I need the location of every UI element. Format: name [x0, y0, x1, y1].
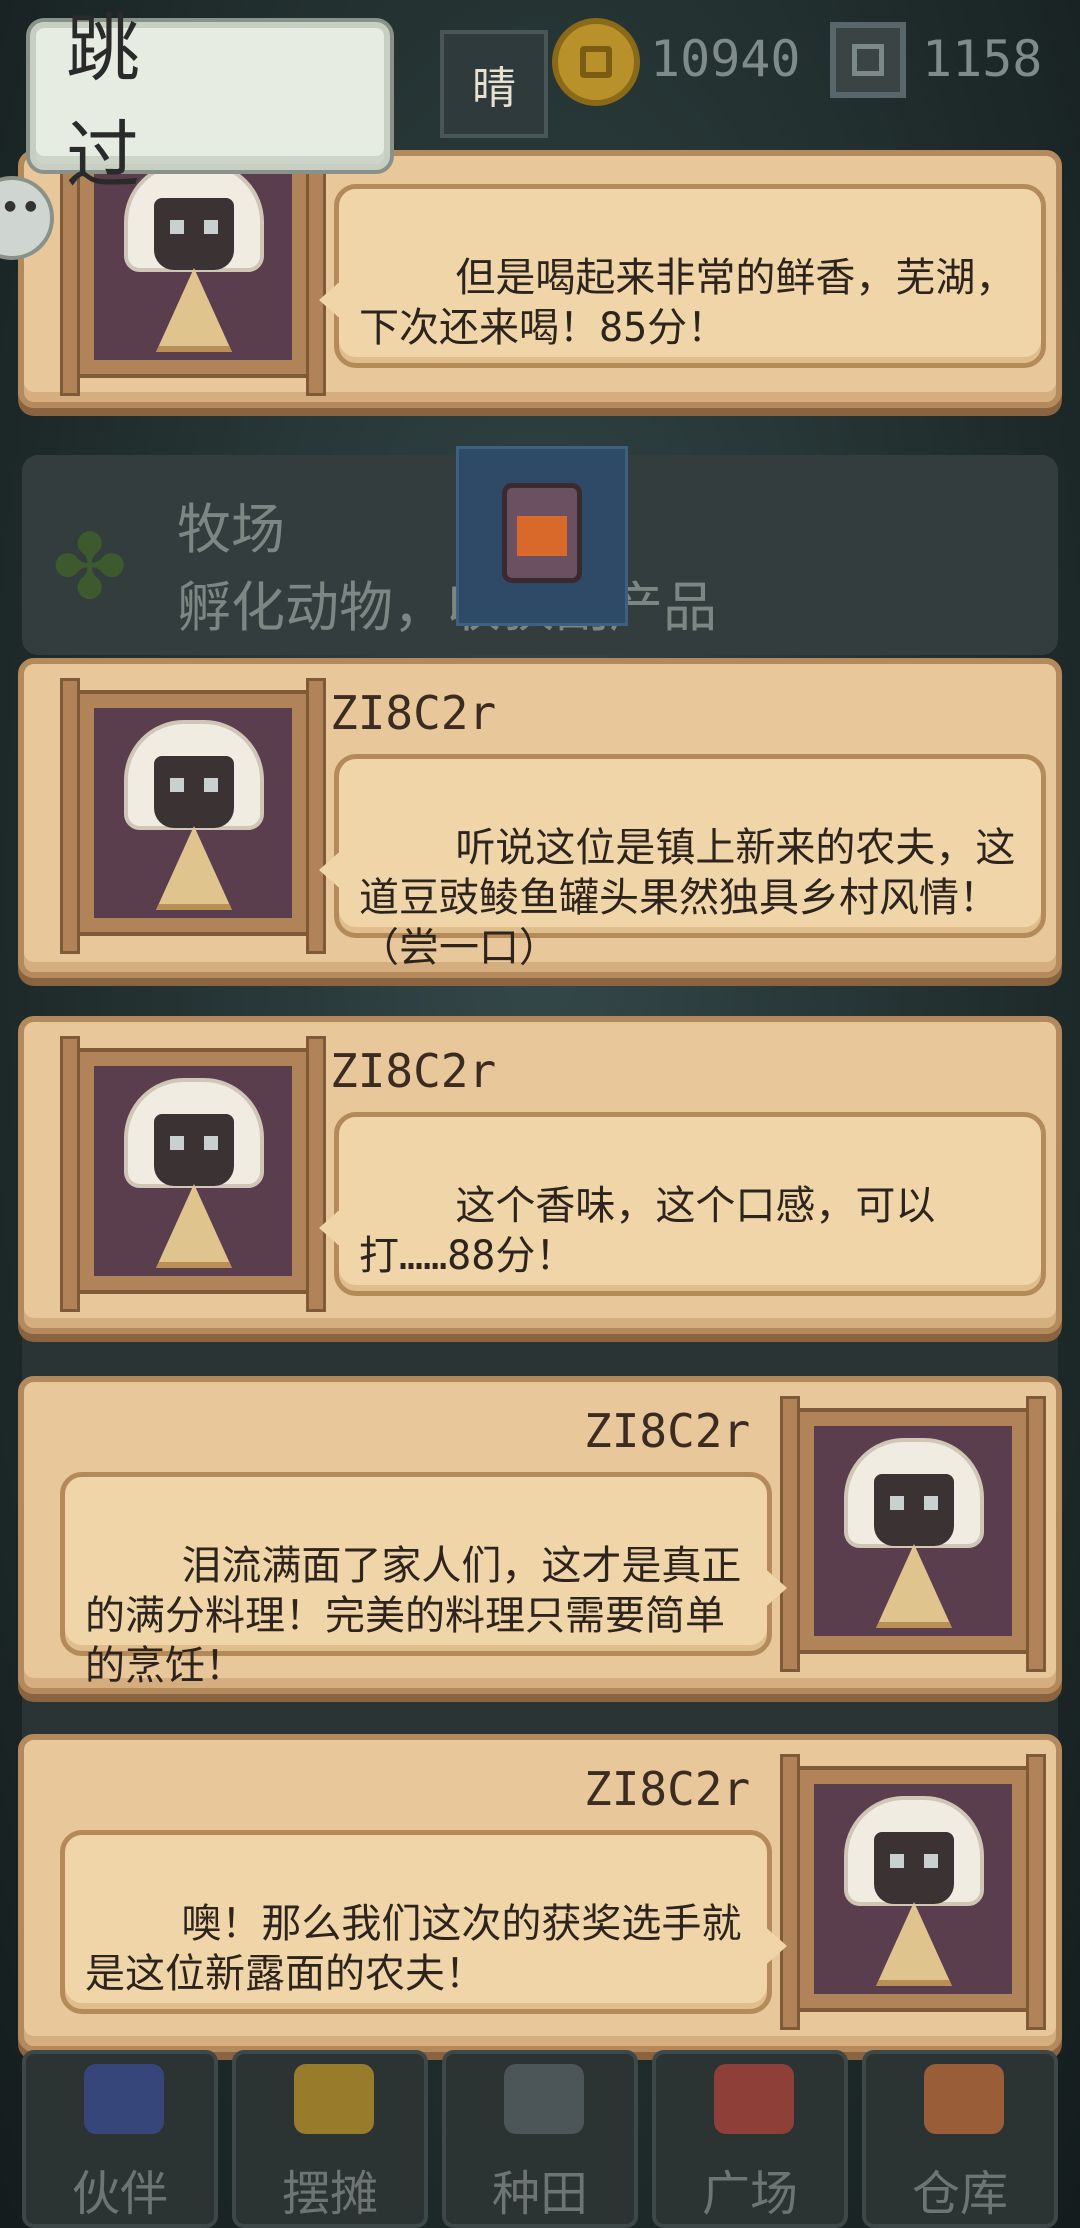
jar-icon: [502, 483, 582, 583]
npc-avatar: [836, 1434, 992, 1628]
speech-bubble: 这个香味，这个口感，可以打……88分！: [319, 1112, 1046, 1296]
nav-plaza[interactable]: 广场: [652, 2050, 848, 2228]
dialogue-card[interactable]: ZI8C2r 听说这位是镇上新来的农夫，这道豆豉鲮鱼罐头果然独具乡村风情！（尝一…: [18, 658, 1062, 978]
ranch-title: 牧场: [177, 498, 285, 561]
dialogue-text: 泪流满面了家人们，这才是真正的满分料理！完美的料理只需要简单的烹饪！: [85, 1543, 742, 1689]
nav-label: 伙伴: [71, 2166, 168, 2222]
gem-amount: 1158: [922, 30, 1043, 88]
portrait-frame: [780, 1754, 1046, 2030]
weather-indicator: 晴: [440, 30, 548, 138]
dialogue-card[interactable]: ZI8C2r 这个香味，这个口感，可以打……88分！: [18, 1016, 1062, 1334]
skip-button[interactable]: 跳 过: [30, 6, 390, 199]
portrait-frame: [60, 678, 326, 954]
canned-fish-item: [456, 446, 628, 626]
clover-icon: ✤: [52, 515, 128, 620]
nav-stall[interactable]: 摆摊: [232, 2050, 428, 2228]
stall-icon: [294, 2064, 374, 2134]
gold-amount: 10940: [650, 30, 801, 88]
portrait-frame: [60, 1036, 326, 1312]
partners-icon: [84, 2064, 164, 2134]
nav-label: 摆摊: [281, 2166, 378, 2222]
bottom-nav: 伙伴 摆摊 种田 广场 仓库: [0, 2050, 1080, 2228]
npc-avatar: [116, 716, 272, 910]
nav-label: 仓库: [911, 2166, 1008, 2222]
gem-icon: [830, 22, 906, 98]
speech-bubble: 噢！那么我们这次的获奖选手就是这位新露面的农夫！: [60, 1830, 787, 2014]
nav-label: 广场: [701, 2166, 798, 2222]
warehouse-icon: [924, 2064, 1004, 2134]
watering-can-icon: [504, 2064, 584, 2134]
dialogue-text: 但是喝起来非常的鲜香，芜湖，下次还来喝！85分！: [359, 255, 1016, 351]
speaker-name: ZI8C2r: [330, 1044, 497, 1098]
speaker-name: ZI8C2r: [330, 686, 497, 740]
nav-partners[interactable]: 伙伴: [22, 2050, 218, 2228]
portrait-frame: [780, 1396, 1046, 1672]
dialogue-text: 这个香味，这个口感，可以打……88分！: [359, 1183, 936, 1279]
ranch-description: 孵化动物，收获副产品: [177, 576, 717, 639]
nav-farming[interactable]: 种田: [442, 2050, 638, 2228]
gold-coin-icon: [552, 18, 640, 106]
dialogue-text: 噢！那么我们这次的获奖选手就是这位新露面的农夫！: [85, 1901, 742, 1997]
speaker-name: ZI8C2r: [584, 1404, 751, 1458]
nav-label: 种田: [491, 2166, 588, 2222]
dialogue-card[interactable]: ZI8C2r 泪流满面了家人们，这才是真正的满分料理！完美的料理只需要简单的烹饪…: [18, 1376, 1062, 1694]
speech-bubble: 但是喝起来非常的鲜香，芜湖，下次还来喝！85分！: [319, 184, 1046, 368]
plaza-flower-icon: [714, 2064, 794, 2134]
npc-avatar: [116, 1074, 272, 1268]
nav-warehouse[interactable]: 仓库: [862, 2050, 1058, 2228]
speaker-name: ZI8C2r: [584, 1762, 751, 1816]
speech-bubble: 听说这位是镇上新来的农夫，这道豆豉鲮鱼罐头果然独具乡村风情！（尝一口）: [319, 754, 1046, 971]
npc-avatar: [836, 1792, 992, 1986]
dialogue-card[interactable]: ZI8C2r 噢！那么我们这次的获奖选手就是这位新露面的农夫！: [18, 1734, 1062, 2052]
speech-bubble: 泪流满面了家人们，这才是真正的满分料理！完美的料理只需要简单的烹饪！: [60, 1472, 787, 1689]
dialogue-text: 听说这位是镇上新来的农夫，这道豆豉鲮鱼罐头果然独具乡村风情！（尝一口）: [359, 825, 1016, 971]
